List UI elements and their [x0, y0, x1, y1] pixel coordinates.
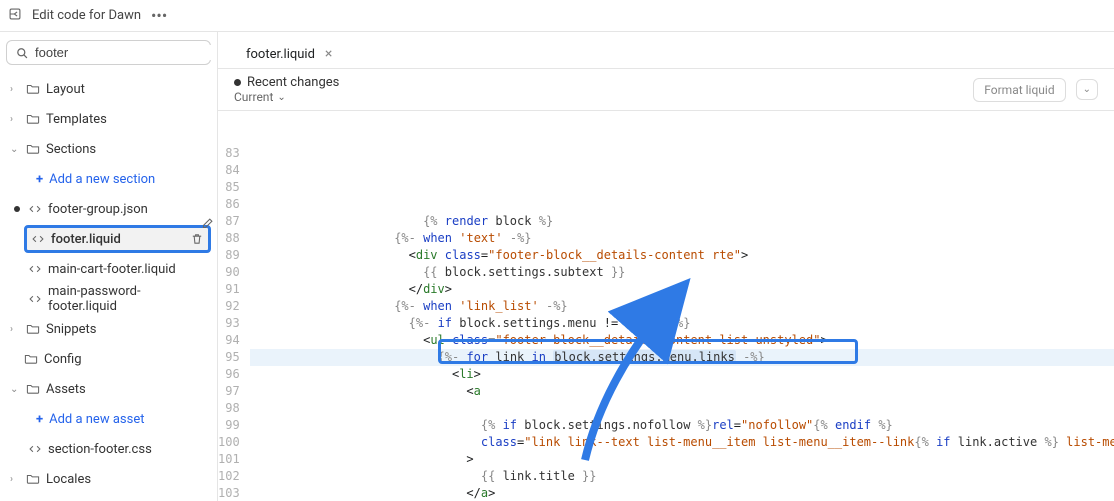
- current-version-dropdown[interactable]: Current ⌄: [234, 90, 339, 104]
- code-line[interactable]: {%- for link in block.settings.menu.link…: [250, 349, 1114, 366]
- plus-icon: +: [36, 412, 43, 427]
- more-icon[interactable]: •••: [151, 6, 167, 25]
- chevron-down-icon: ⌄: [10, 384, 20, 395]
- format-dropdown-button[interactable]: ⌄: [1076, 79, 1098, 100]
- folder-config[interactable]: Config: [6, 345, 211, 373]
- recent-changes-label: Recent changes: [247, 75, 339, 90]
- code-line[interactable]: {% render block %}: [250, 213, 1114, 230]
- trash-icon[interactable]: [190, 232, 204, 246]
- modified-dot-icon: [234, 79, 241, 86]
- code-line[interactable]: </div>: [250, 281, 1114, 298]
- folder-icon: [26, 472, 40, 486]
- file-label: footer.liquid: [51, 232, 121, 247]
- add-asset-label: Add a new asset: [49, 412, 144, 427]
- search-box[interactable]: [6, 40, 211, 65]
- plus-icon: +: [36, 172, 43, 187]
- add-new-section[interactable]: + Add a new section: [6, 165, 211, 193]
- file-footer-group[interactable]: footer-group.json: [6, 195, 211, 223]
- code-line[interactable]: <ul class="footer-block__details-content…: [250, 332, 1114, 349]
- tab-label: footer.liquid: [246, 47, 315, 62]
- file-section-footer-css[interactable]: section-footer.css: [6, 435, 211, 463]
- code-line[interactable]: {%- if block.settings.menu != blank -%}: [250, 315, 1114, 332]
- close-icon[interactable]: ×: [325, 46, 332, 62]
- folder-label: Snippets: [46, 322, 97, 337]
- folder-templates[interactable]: › Templates: [6, 105, 211, 133]
- folder-icon: [26, 322, 40, 336]
- code-icon: [31, 232, 45, 246]
- file-footer-liquid[interactable]: footer.liquid: [24, 225, 211, 253]
- search-icon: [15, 46, 29, 60]
- code-line[interactable]: {%- when 'text' -%}: [250, 230, 1114, 247]
- chevron-right-icon: ›: [10, 84, 20, 95]
- file-label: main-password-footer.liquid: [48, 284, 207, 314]
- code-line[interactable]: <li>: [250, 366, 1114, 383]
- tabbar: footer.liquid ×: [218, 32, 1114, 69]
- code-line[interactable]: {% if block.settings.nofollow %}rel="nof…: [250, 417, 1114, 434]
- pencil-icon[interactable]: [200, 217, 214, 231]
- chevron-right-icon: ›: [10, 474, 20, 485]
- chevron-down-icon: ⌄: [277, 92, 285, 103]
- code-icon: [28, 292, 42, 306]
- exit-icon[interactable]: [8, 7, 22, 25]
- folder-layout[interactable]: › Layout: [6, 75, 211, 103]
- folder-locales[interactable]: › Locales: [6, 465, 211, 493]
- sidebar: › Layout › Templates ⌄ Sections + Add a …: [0, 32, 218, 501]
- folder-label: Config: [44, 352, 82, 367]
- modified-dot-icon: [14, 206, 20, 212]
- add-new-asset[interactable]: + Add a new asset: [6, 405, 211, 433]
- search-input[interactable]: [35, 45, 211, 60]
- code-line[interactable]: <div class="footer-block__details-conten…: [250, 247, 1114, 264]
- chevron-right-icon: ›: [10, 114, 20, 125]
- folder-icon: [26, 82, 40, 96]
- file-main-cart-footer[interactable]: main-cart-footer.liquid: [6, 255, 211, 283]
- code-line[interactable]: class="link link--text list-menu__item l…: [250, 434, 1114, 451]
- folder-sections[interactable]: ⌄ Sections: [6, 135, 211, 163]
- add-section-label: Add a new section: [49, 172, 155, 187]
- folder-icon: [26, 142, 40, 156]
- code-icon: [28, 262, 42, 276]
- format-liquid-button[interactable]: Format liquid: [973, 78, 1065, 102]
- code-line[interactable]: </a>: [250, 485, 1114, 501]
- folder-icon: [26, 382, 40, 396]
- folder-snippets[interactable]: › Snippets: [6, 315, 211, 343]
- code-line[interactable]: {%- when 'link_list' -%}: [250, 298, 1114, 315]
- folder-label: Locales: [46, 472, 91, 487]
- code-line[interactable]: [250, 400, 1114, 417]
- code-line[interactable]: {{ link.title }}: [250, 468, 1114, 485]
- code-icon: [28, 442, 42, 456]
- code-editor[interactable]: 8384858687888990919293949596979899100101…: [218, 111, 1114, 501]
- folder-label: Layout: [46, 82, 85, 97]
- folder-icon: [24, 352, 38, 366]
- chevron-down-icon: ⌄: [10, 144, 20, 155]
- file-label: main-cart-footer.liquid: [48, 262, 176, 277]
- tab-footer-liquid[interactable]: footer.liquid ×: [234, 40, 344, 68]
- page-title: Edit code for Dawn: [32, 8, 141, 23]
- code-line[interactable]: {{ block.settings.subtext }}: [250, 264, 1114, 281]
- file-main-password-footer[interactable]: main-password-footer.liquid: [6, 285, 211, 313]
- folder-assets[interactable]: ⌄ Assets: [6, 375, 211, 403]
- code-line[interactable]: >: [250, 451, 1114, 468]
- folder-icon: [26, 112, 40, 126]
- folder-label: Templates: [46, 112, 107, 127]
- file-label: section-footer.css: [48, 442, 152, 457]
- code-line[interactable]: <a: [250, 383, 1114, 400]
- file-label: footer-group.json: [48, 202, 148, 217]
- folder-label: Sections: [46, 142, 96, 157]
- chevron-right-icon: ›: [10, 324, 20, 335]
- folder-label: Assets: [46, 382, 86, 397]
- code-icon: [28, 202, 42, 216]
